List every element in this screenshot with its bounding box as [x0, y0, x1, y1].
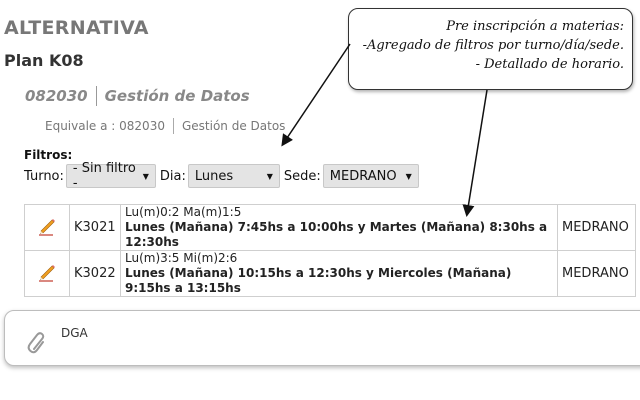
equivalence-line: Equivale a : 082030 Gestión de Datos [45, 118, 285, 134]
schedule-cell: Lu(m)3:5 Mi(m)2:6 Lunes (Mañana) 10:15hs… [120, 250, 558, 297]
equivalence-name: Gestión de Datos [181, 119, 286, 133]
attachment-box[interactable] [4, 310, 640, 366]
turno-label: Turno: [24, 168, 64, 184]
filters-title: Filtros: [24, 148, 73, 162]
callout-line-1: Pre inscripción a materias: [446, 19, 624, 34]
callout-line-2: -Agregado de filtros por turno/día/sede. [362, 38, 624, 53]
edit-cell [24, 250, 70, 297]
separator [172, 118, 174, 134]
plan-title: Plan K08 [4, 51, 84, 70]
equivalence-label: Equivale a : 082030 [45, 119, 165, 133]
callout-line-3: - Detallado de horario. [475, 57, 624, 72]
filters-row: Turno: - Sin filtro - ▼ Dia: Lunes ▼ Sed… [24, 161, 423, 191]
dia-label: Dia: [159, 168, 186, 184]
caret-down-icon: ▼ [266, 171, 273, 181]
pencil-icon[interactable] [37, 262, 57, 285]
course-sede: MEDRANO [557, 250, 636, 297]
turno-select[interactable]: - Sin filtro - ▼ [65, 161, 156, 191]
paperclip-icon [27, 331, 49, 361]
course-sede: MEDRANO [557, 204, 636, 251]
schedule-cell: Lu(m)0:2 Ma(m)1:5 Lunes (Mañana) 7:45hs … [120, 204, 558, 251]
dia-select-value: Lunes [194, 168, 234, 184]
attachment-label[interactable]: DGA [61, 326, 88, 340]
arrow-to-filters [281, 43, 351, 147]
course-code: K3022 [69, 250, 121, 297]
edit-cell [24, 204, 70, 251]
dia-select[interactable]: Lunes ▼ [187, 164, 280, 188]
table-row: K3022 Lu(m)3:5 Mi(m)2:6 Lunes (Mañana) 1… [24, 250, 636, 297]
schedule-short: Lu(m)0:2 Ma(m)1:5 [125, 205, 242, 219]
arrow-to-schedule [462, 89, 488, 217]
turno-select-value: - Sin filtro - [72, 161, 136, 191]
pencil-icon[interactable] [37, 216, 57, 239]
subject-line: 082030 Gestión de Datos [25, 86, 250, 106]
caret-down-icon: ▼ [405, 171, 412, 181]
schedule-long: Lunes (Mañana) 10:15hs a 12:30hs y Mierc… [125, 266, 512, 295]
schedule-short: Lu(m)3:5 Mi(m)2:6 [125, 251, 238, 265]
subject-code: 082030 [25, 87, 88, 105]
subject-name: Gestión de Datos [104, 87, 250, 105]
schedule-long: Lunes (Mañana) 7:45hs a 10:00hs y Martes… [125, 220, 548, 249]
callout-note: Pre inscripción a materias: -Agregado de… [348, 8, 633, 90]
sede-select-value: MEDRANO [329, 168, 397, 184]
sede-label: Sede: [283, 168, 321, 184]
table-row: K3021 Lu(m)0:2 Ma(m)1:5 Lunes (Mañana) 7… [24, 204, 636, 251]
sede-select[interactable]: MEDRANO ▼ [322, 164, 419, 188]
separator [95, 86, 97, 106]
course-code: K3021 [69, 204, 121, 251]
courses-table: K3021 Lu(m)0:2 Ma(m)1:5 Lunes (Mañana) 7… [24, 204, 636, 297]
page-header-title: ALTERNATIVA [4, 17, 149, 39]
caret-down-icon: ▼ [142, 171, 149, 181]
